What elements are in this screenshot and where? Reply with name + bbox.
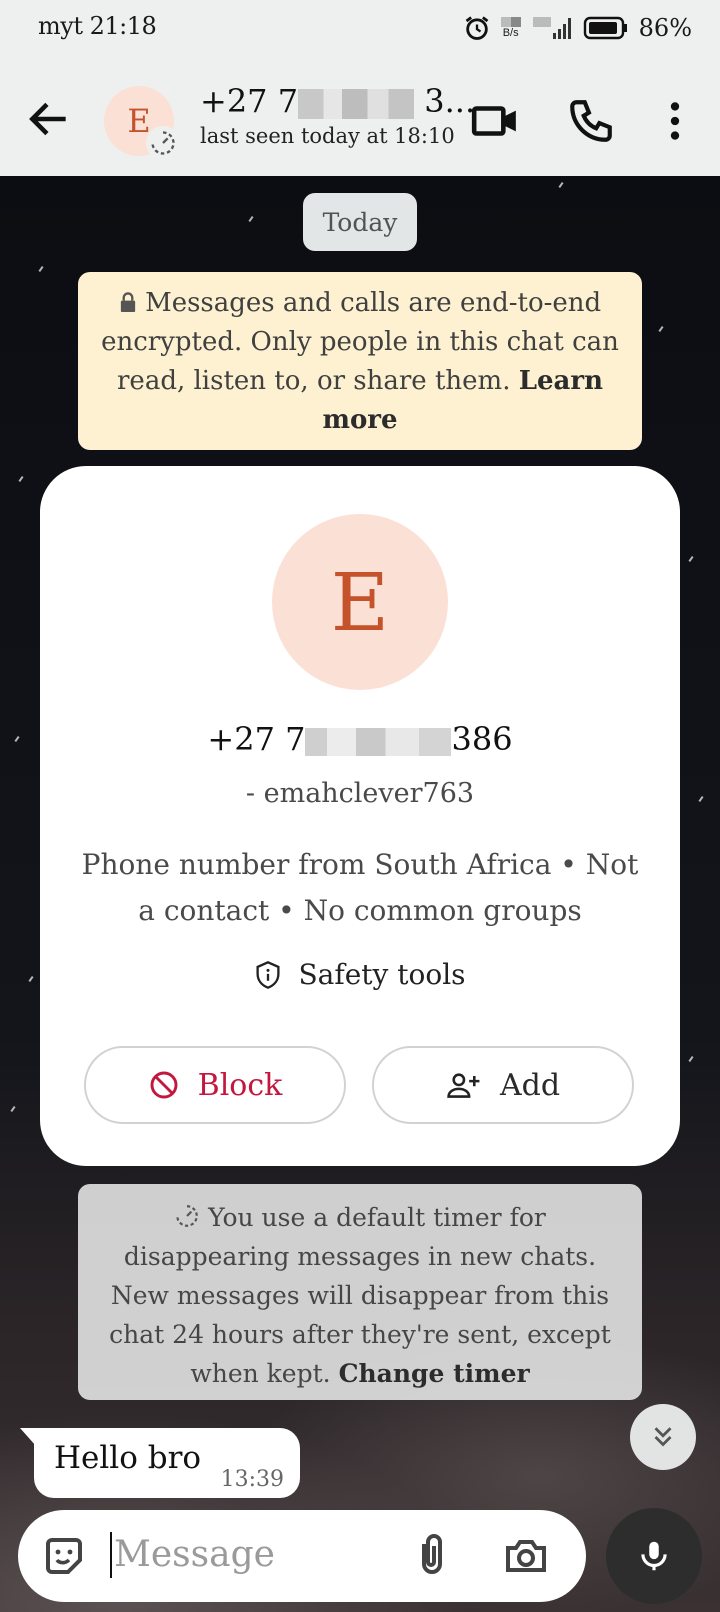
- contact-info-card: E +27 7 386 - emahclever763 Phone number …: [40, 466, 680, 1166]
- contact-username: - emahclever763: [245, 778, 475, 809]
- block-button[interactable]: Block: [84, 1046, 346, 1124]
- status-bar: myt 21:18 B/s 86%: [0, 0, 720, 58]
- chat-title-block[interactable]: +27 7 3... last seen today at 18:10: [200, 82, 475, 148]
- disappearing-messages-notice[interactable]: You use a default timer for disappearing…: [78, 1184, 642, 1400]
- last-seen: last seen today at 18:10: [200, 124, 455, 148]
- signal-icon: [532, 17, 571, 39]
- redacted-digits: [305, 727, 452, 756]
- redacted-digits: [298, 88, 415, 119]
- sticker-icon[interactable]: [40, 1532, 88, 1580]
- video-call-icon[interactable]: [470, 96, 520, 146]
- alarm-icon: [465, 16, 488, 40]
- change-timer-link[interactable]: Change timer: [339, 1359, 530, 1388]
- phone-icon[interactable]: [566, 96, 616, 146]
- encryption-notice[interactable]: Messages and calls are end-to-end encryp…: [78, 272, 642, 450]
- status-time: myt 21:18: [38, 12, 157, 40]
- battery-icon: [583, 16, 627, 40]
- contact-phone: +27 7 386: [207, 720, 513, 758]
- block-icon: [150, 1071, 178, 1099]
- camera-icon[interactable]: [502, 1532, 550, 1580]
- timer-icon: [176, 1205, 198, 1227]
- battery-percent: 86%: [638, 14, 692, 42]
- voice-record-button[interactable]: [606, 1508, 702, 1604]
- add-contact-button[interactable]: Add: [372, 1046, 634, 1124]
- lock-icon: [120, 292, 135, 312]
- contact-avatar-large[interactable]: E: [272, 514, 448, 690]
- microphone-icon: [641, 1541, 667, 1571]
- incoming-message[interactable]: Hello bro 13:39: [20, 1428, 300, 1498]
- network-speed: B/s: [500, 17, 521, 39]
- contact-details: Phone number from South Africa • Not a c…: [81, 848, 639, 927]
- attach-icon[interactable]: [408, 1532, 456, 1580]
- disappearing-timer-icon: [146, 126, 180, 160]
- more-vert-icon[interactable]: [650, 96, 700, 146]
- message-time: 13:39: [220, 1467, 284, 1492]
- chat-title: +27 7 3...: [200, 82, 476, 120]
- message-composer: Message: [18, 1510, 586, 1602]
- double-chevron-down-icon: [654, 1427, 672, 1447]
- message-input[interactable]: Message: [110, 1532, 275, 1578]
- back-arrow-icon[interactable]: [24, 94, 74, 144]
- scroll-to-bottom-button[interactable]: [630, 1404, 696, 1470]
- chat-header: E +27 7 3... last seen today at 18:10: [0, 58, 720, 176]
- date-chip: Today: [303, 193, 417, 251]
- add-person-icon: [447, 1073, 480, 1098]
- message-text: Hello bro: [54, 1440, 202, 1476]
- shield-icon: [256, 960, 280, 989]
- safety-tools-link[interactable]: Safety tools: [40, 958, 680, 991]
